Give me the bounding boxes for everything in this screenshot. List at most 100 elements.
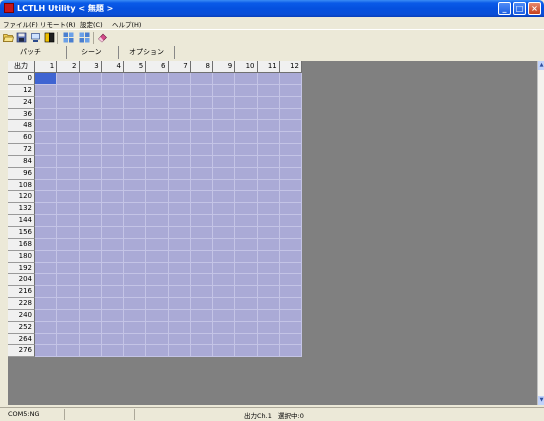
- grid-cell[interactable]: [168, 84, 191, 97]
- grid-cell[interactable]: [146, 309, 169, 322]
- grid-cell[interactable]: [79, 215, 102, 227]
- grid-cell[interactable]: [101, 144, 124, 156]
- grid-cell[interactable]: [101, 215, 124, 227]
- grid-cell[interactable]: [146, 203, 169, 216]
- grid-cell[interactable]: [124, 238, 147, 251]
- grid-cell[interactable]: [279, 120, 302, 133]
- grid-cell[interactable]: [101, 96, 124, 109]
- tab-scene[interactable]: シーン: [81, 47, 102, 57]
- grid-cell[interactable]: [257, 144, 280, 156]
- grid-cell[interactable]: [124, 84, 147, 97]
- column-header[interactable]: 8: [190, 61, 213, 73]
- grid-cell[interactable]: [257, 179, 280, 192]
- grid-cell[interactable]: [213, 262, 236, 275]
- grid-cell[interactable]: [213, 108, 236, 121]
- grid-cell[interactable]: [101, 345, 124, 358]
- grid-cell[interactable]: [213, 203, 236, 216]
- row-header[interactable]: 96: [8, 167, 35, 180]
- grid-cell[interactable]: [79, 262, 102, 275]
- grid-cell[interactable]: [257, 84, 280, 97]
- grid-icon[interactable]: [63, 32, 74, 43]
- grid-cell[interactable]: [146, 250, 169, 263]
- grid-cell[interactable]: [124, 179, 147, 192]
- grid-cell[interactable]: [257, 108, 280, 121]
- grid-cell[interactable]: [168, 286, 191, 299]
- grid-cell[interactable]: [235, 108, 258, 121]
- grid-cell[interactable]: [146, 274, 169, 287]
- grid-cell[interactable]: [101, 120, 124, 133]
- grid-cell[interactable]: [124, 250, 147, 263]
- grid-cell[interactable]: [257, 167, 280, 180]
- grid-cell[interactable]: [79, 274, 102, 287]
- grid-alt-icon[interactable]: [79, 32, 90, 43]
- grid-cell[interactable]: [35, 333, 58, 346]
- menu-file[interactable]: ファイル(F): [3, 19, 38, 29]
- column-header[interactable]: 10: [235, 61, 258, 73]
- grid-cell[interactable]: [190, 73, 213, 85]
- grid-cell[interactable]: [35, 108, 58, 121]
- grid-cell[interactable]: [146, 286, 169, 299]
- grid-cell[interactable]: [35, 73, 58, 85]
- grid-cell[interactable]: [190, 203, 213, 216]
- grid-cell[interactable]: [79, 120, 102, 133]
- grid-cell[interactable]: [190, 345, 213, 358]
- grid-cell[interactable]: [79, 179, 102, 192]
- close-button[interactable]: ×: [528, 2, 541, 15]
- grid-cell[interactable]: [279, 167, 302, 180]
- grid-cell[interactable]: [168, 226, 191, 239]
- grid-cell[interactable]: [190, 96, 213, 109]
- menu-settings[interactable]: 設定(C): [80, 19, 103, 29]
- grid-cell[interactable]: [35, 226, 58, 239]
- grid-cell[interactable]: [57, 238, 80, 251]
- column-header[interactable]: 5: [124, 61, 147, 73]
- grid-cell[interactable]: [235, 73, 258, 85]
- grid-cell[interactable]: [101, 226, 124, 239]
- grid-cell[interactable]: [279, 73, 302, 85]
- grid-cell[interactable]: [213, 179, 236, 192]
- grid-cell[interactable]: [79, 191, 102, 204]
- grid-cell[interactable]: [279, 144, 302, 156]
- grid-cell[interactable]: [235, 155, 258, 168]
- grid-cell[interactable]: [213, 84, 236, 97]
- grid-cell[interactable]: [79, 84, 102, 97]
- grid-cell[interactable]: [168, 309, 191, 322]
- grid-cell[interactable]: [168, 274, 191, 287]
- row-header[interactable]: 168: [8, 238, 35, 251]
- grid-cell[interactable]: [57, 321, 80, 334]
- grid-cell[interactable]: [79, 298, 102, 310]
- grid-cell[interactable]: [190, 333, 213, 346]
- grid-cell[interactable]: [190, 286, 213, 299]
- grid-cell[interactable]: [146, 84, 169, 97]
- grid-cell[interactable]: [35, 144, 58, 156]
- grid-cell[interactable]: [190, 108, 213, 121]
- grid-cell[interactable]: [124, 262, 147, 275]
- grid-cell[interactable]: [101, 155, 124, 168]
- grid-cell[interactable]: [190, 321, 213, 334]
- column-header[interactable]: 12: [279, 61, 302, 73]
- grid-cell[interactable]: [190, 179, 213, 192]
- grid-cell[interactable]: [257, 309, 280, 322]
- grid-cell[interactable]: [213, 73, 236, 85]
- grid-cell[interactable]: [190, 84, 213, 97]
- grid-cell[interactable]: [279, 345, 302, 358]
- column-header[interactable]: 1: [35, 61, 58, 73]
- grid-cell[interactable]: [146, 108, 169, 121]
- grid-cell[interactable]: [79, 238, 102, 251]
- grid-cell[interactable]: [124, 321, 147, 334]
- grid-cell[interactable]: [79, 155, 102, 168]
- grid-cell[interactable]: [57, 262, 80, 275]
- grid-cell[interactable]: [124, 120, 147, 133]
- grid-cell[interactable]: [79, 167, 102, 180]
- grid-cell[interactable]: [79, 345, 102, 358]
- grid-cell[interactable]: [168, 167, 191, 180]
- grid-cell[interactable]: [279, 238, 302, 251]
- grid-cell[interactable]: [190, 155, 213, 168]
- grid-cell[interactable]: [35, 84, 58, 97]
- row-header[interactable]: 216: [8, 286, 35, 299]
- tab-option[interactable]: オプション: [129, 47, 164, 57]
- grid-cell[interactable]: [213, 286, 236, 299]
- grid-cell[interactable]: [101, 250, 124, 263]
- grid-cell[interactable]: [279, 286, 302, 299]
- row-header[interactable]: 192: [8, 262, 35, 275]
- grid-cell[interactable]: [146, 215, 169, 227]
